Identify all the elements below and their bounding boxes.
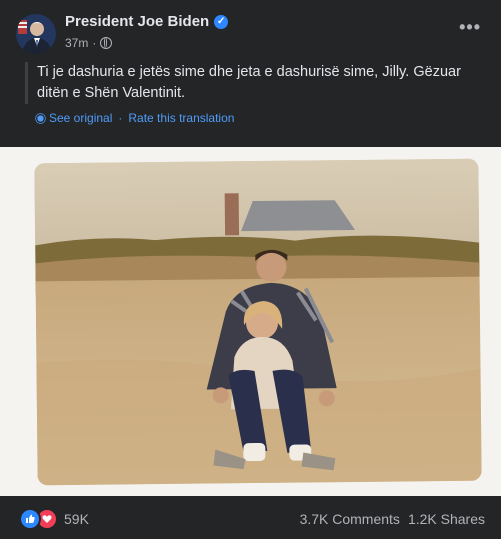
reactions-summary[interactable]: 59K xyxy=(19,508,89,530)
post-photo[interactable] xyxy=(34,158,482,486)
verified-badge-icon: ✓ xyxy=(214,14,229,29)
meta-separator: · xyxy=(92,36,97,50)
see-original-link[interactable]: See original xyxy=(49,111,112,125)
translation-separator: · xyxy=(118,111,123,125)
rate-translation-link[interactable]: Rate this translation xyxy=(128,111,234,125)
photo-image xyxy=(34,158,482,486)
comments-count[interactable]: 3.7K Comments xyxy=(300,511,400,527)
gear-icon[interactable] xyxy=(37,114,44,122)
translation-bar: See original · Rate this translation xyxy=(36,111,234,125)
author-name[interactable]: President Joe Biden xyxy=(65,13,209,30)
post-card: President Joe Biden ✓ 37m · ••• Ti je da… xyxy=(0,0,501,539)
more-options-icon[interactable]: ••• xyxy=(459,18,481,36)
post-message: Ti je dashuria e jetës sime dhe jeta e d… xyxy=(25,62,487,104)
engagement-stats: 3.7K Comments 1.2K Shares xyxy=(300,511,485,527)
post-footer: 59K 3.7K Comments 1.2K Shares xyxy=(0,496,501,539)
post-header: President Joe Biden ✓ 37m · ••• xyxy=(0,0,501,60)
like-reaction-icon xyxy=(19,508,41,530)
reactions-count: 59K xyxy=(64,511,89,527)
post-photo-container[interactable] xyxy=(0,147,501,496)
post-timestamp[interactable]: 37m xyxy=(65,36,88,50)
shares-count[interactable]: 1.2K Shares xyxy=(408,511,485,527)
author-avatar[interactable] xyxy=(16,14,56,54)
avatar-image xyxy=(16,14,56,54)
author-name-row: President Joe Biden ✓ xyxy=(65,13,229,30)
globe-icon[interactable] xyxy=(100,37,113,49)
post-meta: 37m · xyxy=(65,36,113,50)
